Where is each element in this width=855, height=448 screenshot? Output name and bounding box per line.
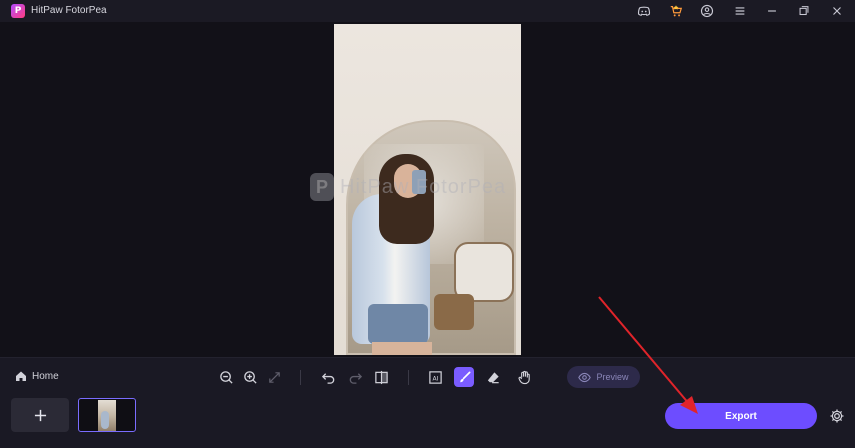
add-image-button[interactable] bbox=[11, 398, 69, 432]
ai-select-button[interactable]: AI bbox=[425, 367, 445, 387]
app-window: P HitPaw FotorPea P HitPaw FotorPea Home… bbox=[0, 0, 855, 448]
toolbar-divider bbox=[408, 370, 409, 385]
settings-button[interactable] bbox=[828, 407, 846, 425]
redo-icon bbox=[349, 372, 362, 384]
eye-icon bbox=[578, 372, 592, 382]
gear-icon bbox=[830, 409, 844, 423]
preview-button[interactable]: Preview bbox=[567, 366, 640, 388]
image-thumbnail[interactable] bbox=[78, 398, 136, 432]
menu-icon[interactable] bbox=[732, 3, 748, 19]
brush-icon bbox=[459, 371, 470, 382]
shop-icon[interactable] bbox=[668, 3, 684, 19]
export-label: Export bbox=[725, 410, 757, 422]
app-title: HitPaw FotorPea bbox=[31, 5, 107, 16]
zoom-out-button[interactable] bbox=[216, 367, 236, 387]
brush-tool-button[interactable] bbox=[454, 367, 474, 387]
watermark: P HitPaw FotorPea bbox=[310, 172, 540, 202]
plus-icon bbox=[34, 409, 46, 421]
undo-button[interactable] bbox=[318, 367, 338, 387]
home-label: Home bbox=[32, 370, 59, 382]
bottom-panel: Home AI Preview Export bbox=[0, 357, 855, 448]
watermark-text: HitPaw FotorPea bbox=[340, 175, 507, 198]
expand-icon bbox=[268, 371, 280, 383]
watermark-logo: P bbox=[310, 173, 334, 201]
zoom-out-icon bbox=[219, 370, 233, 384]
eraser-tool-button[interactable] bbox=[483, 367, 503, 387]
restore-icon[interactable] bbox=[796, 3, 812, 19]
photo-table bbox=[434, 294, 474, 330]
zoom-in-button[interactable] bbox=[240, 367, 260, 387]
close-icon[interactable] bbox=[829, 3, 845, 19]
photo-chair bbox=[454, 242, 514, 302]
fit-screen-button[interactable] bbox=[264, 367, 284, 387]
app-logo: P bbox=[11, 4, 25, 18]
thumbnail-figure bbox=[101, 411, 109, 429]
discord-icon[interactable] bbox=[636, 3, 652, 19]
hand-icon bbox=[518, 370, 530, 384]
home-icon bbox=[16, 371, 26, 381]
hand-tool-button[interactable] bbox=[514, 367, 534, 387]
photo-legs bbox=[372, 342, 432, 355]
toolbar-divider bbox=[300, 370, 301, 385]
compare-button[interactable] bbox=[371, 367, 391, 387]
photo-shorts bbox=[368, 304, 428, 344]
title-bar: P HitPaw FotorPea bbox=[0, 0, 855, 22]
compare-icon bbox=[374, 370, 388, 384]
export-button[interactable]: Export bbox=[665, 403, 817, 429]
ai-select-icon: AI bbox=[428, 370, 442, 384]
eraser-icon bbox=[487, 371, 499, 383]
account-icon[interactable] bbox=[699, 3, 715, 19]
zoom-in-icon bbox=[243, 370, 257, 384]
undo-icon bbox=[321, 372, 334, 384]
preview-label: Preview bbox=[596, 372, 629, 382]
minimize-icon[interactable] bbox=[764, 3, 780, 19]
redo-button[interactable] bbox=[345, 367, 365, 387]
home-button[interactable]: Home bbox=[15, 370, 59, 382]
svg-text:AI: AI bbox=[432, 375, 438, 382]
